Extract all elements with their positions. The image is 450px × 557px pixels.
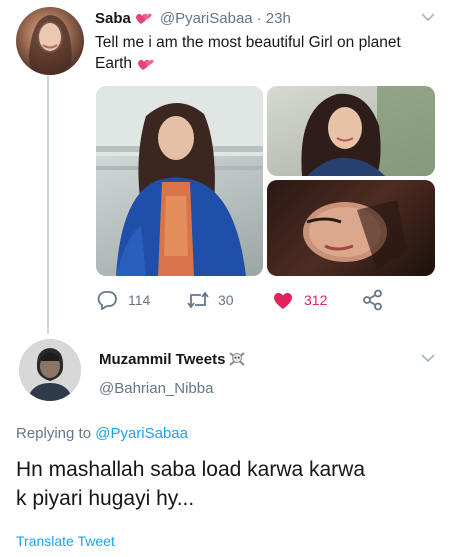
reply-action[interactable]: 114 <box>96 289 150 311</box>
reply-text-line-1: Hn mashallah saba load karwa karwa <box>16 458 366 481</box>
reply-header: Muzammil Tweets <box>99 349 246 369</box>
thread-line <box>47 76 49 334</box>
saba-avatar[interactable] <box>16 7 84 75</box>
author-handle[interactable]: @PyariSabaa <box>160 10 253 27</box>
like-count: 312 <box>304 292 328 308</box>
reply-author-name[interactable]: Muzammil Tweets <box>99 351 225 368</box>
reply-icon <box>97 291 117 310</box>
share-icon <box>363 289 382 311</box>
retweet-icon <box>187 291 209 309</box>
share-action[interactable] <box>362 289 384 311</box>
replying-to-prefix: Replying to <box>16 425 92 442</box>
author-name[interactable]: Saba <box>95 10 131 27</box>
retweet-count: 30 <box>218 292 234 308</box>
tweet-photo-3[interactable] <box>267 180 435 276</box>
replying-to-link[interactable]: @PyariSabaa <box>95 425 188 442</box>
like-icon <box>274 293 292 309</box>
tweet-photo-1[interactable] <box>96 86 263 276</box>
tweet-photo-2[interactable] <box>267 86 435 176</box>
heart-emoji-icon <box>137 56 156 72</box>
retweet-action[interactable]: 30 <box>186 289 234 311</box>
muzammil-avatar[interactable] <box>19 339 81 401</box>
heart-emoji-icon <box>135 10 154 26</box>
tweet-header: Saba @PyariSabaa · 23h <box>95 8 291 28</box>
reply-author-handle[interactable]: @Bahrian_Nibba <box>99 380 213 397</box>
reply-text-line-2: k piyari hugayi hy... <box>16 487 195 510</box>
tweet-text-line-1: Tell me i am the most beautiful Girl on … <box>95 34 401 51</box>
tweet-text-line-2-wrap: Earth <box>95 53 440 74</box>
chevron-down-icon[interactable] <box>421 12 435 22</box>
skull-crossbones-icon <box>228 351 246 367</box>
like-action[interactable]: 312 <box>272 289 327 311</box>
reply-text: Hn mashallah saba load karwa karwa k piy… <box>16 455 441 513</box>
translate-tweet-link[interactable]: Translate Tweet <box>16 533 115 549</box>
tweet-time[interactable]: · 23h <box>257 10 291 27</box>
reply-count: 114 <box>128 292 151 308</box>
replying-to-line: Replying to @PyariSabaa <box>16 425 188 442</box>
tweet-text-line-2: Earth <box>95 55 133 72</box>
chevron-down-icon[interactable] <box>421 353 435 363</box>
tweet-text: Tell me i am the most beautiful Girl on … <box>95 32 440 74</box>
